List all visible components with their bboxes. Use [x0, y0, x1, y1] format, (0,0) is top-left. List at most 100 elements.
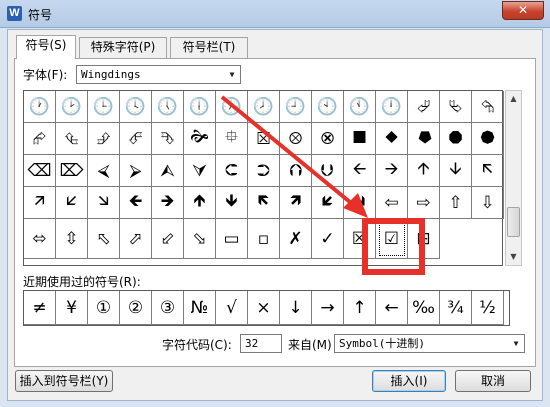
symbol-cell[interactable]: ⮛: [184, 155, 216, 187]
symbol-cell[interactable]: 🡯: [56, 187, 88, 219]
symbol-cell[interactable]: ⮙: [152, 155, 184, 187]
recent-symbol-cell[interactable]: ½: [472, 291, 504, 325]
symbol-cell[interactable]: ⌫: [24, 155, 56, 187]
symbol-cell[interactable]: 🕖: [216, 91, 248, 123]
symbol-cell[interactable]: 🡫: [440, 155, 472, 187]
symbol-cell[interactable]: 🡸: [120, 187, 152, 219]
symbol-cell[interactable]: ✓: [312, 219, 344, 259]
recent-symbol-cell[interactable]: ×: [248, 291, 280, 325]
symbol-cell[interactable]: ⯐: [216, 123, 248, 155]
close-button[interactable]: ✕: [502, 1, 544, 20]
symbol-cell[interactable]: ▫: [248, 219, 280, 259]
symbol-cell[interactable]: 🕗: [248, 91, 280, 123]
symbol-cell[interactable]: ⮈: [216, 155, 248, 187]
symbol-cell[interactable]: ⮊: [248, 155, 280, 187]
recent-symbol-cell[interactable]: √: [216, 291, 248, 325]
insert-button[interactable]: 插入(I): [372, 370, 446, 392]
symbol-cell[interactable]: ⮶: [120, 123, 152, 155]
symbol-cell[interactable]: 🡭: [24, 187, 56, 219]
recent-symbol-cell[interactable]: ①: [88, 291, 120, 325]
symbol-cell[interactable]: ⌦: [56, 155, 88, 187]
symbol-cell[interactable]: 🡨: [344, 155, 376, 187]
symbol-cell[interactable]: ⮉: [280, 155, 312, 187]
symbol-cell[interactable]: ⯁: [376, 123, 408, 155]
symbol-cell[interactable]: 🕚: [344, 91, 376, 123]
recent-symbol-cell[interactable]: ↑: [344, 291, 376, 325]
symbol-cell[interactable]: ⯀: [344, 123, 376, 155]
symbol-cell[interactable]: ⮷: [152, 123, 184, 155]
symbol-cell[interactable]: 🕑: [56, 91, 88, 123]
symbol-cell[interactable]: 🡻: [216, 187, 248, 219]
symbol-cell[interactable]: ⬀: [120, 219, 152, 259]
tab-symbols[interactable]: 符号(S): [16, 35, 76, 59]
recent-symbol-cell[interactable]: ≠: [24, 291, 56, 325]
symbol-cell[interactable]: 🡬: [472, 155, 504, 187]
symbol-cell[interactable]: 🡼: [248, 187, 280, 219]
symbol-cell[interactable]: ⮘: [88, 155, 120, 187]
symbol-cell[interactable]: ⮵: [88, 123, 120, 155]
symbol-cell[interactable]: ⇧: [440, 187, 472, 219]
symbol-cell[interactable]: ⇳: [56, 219, 88, 259]
recent-symbol-cell[interactable]: ‰: [408, 291, 440, 325]
symbol-cell[interactable]: ⮲: [472, 91, 504, 123]
symbol-cell[interactable]: ⮴: [56, 123, 88, 155]
grid-scrollbar[interactable]: ▲ ▼: [505, 90, 522, 266]
symbol-cell[interactable]: ⮋: [312, 155, 344, 187]
symbol-grid[interactable]: 🕐 🕑 🕒 🕓 🕔 🕕 🕖 🕗 🕘 🕙 🕚 🕛 ⮰ ⮱ ⮲ ⮳ ⮴ ⮵ ⮶ ⮷ 🙞 ⯐ ⮽ ⮾ ⮿ ⯀ ⯁ ⯂ ⯃ ⯄ ⌫ ⌦ ⮘ ⮚ ⮙ ⮛ ⮈ ⮊ ⮉ ⮋…: [23, 90, 504, 266]
scroll-thumb[interactable]: [507, 207, 520, 237]
symbol-cell[interactable]: ⮾: [280, 123, 312, 155]
symbol-cell[interactable]: ⯄: [472, 123, 504, 155]
symbol-cell[interactable]: ⮳: [24, 123, 56, 155]
symbol-cell[interactable]: ⇨: [408, 187, 440, 219]
recent-symbol-cell[interactable]: ②: [120, 291, 152, 325]
symbol-cell[interactable]: ✗: [280, 219, 312, 259]
symbol-cell[interactable]: ⮿: [312, 123, 344, 155]
scroll-down-icon[interactable]: ▼: [506, 249, 521, 265]
recent-symbols-row[interactable]: ≠ ¥ ① ② ③ № √ × ↓ → ↑ ← ‰ ¾ ½: [23, 290, 510, 326]
symbol-cell[interactable]: ⯃: [440, 123, 472, 155]
font-select[interactable]: Wingdings ▼: [76, 65, 241, 84]
symbol-cell[interactable]: 🡮: [88, 187, 120, 219]
from-select[interactable]: Symbol(十进制) ▼: [334, 334, 525, 353]
symbol-cell[interactable]: 🡽: [280, 187, 312, 219]
symbol-cell[interactable]: ⮱: [440, 91, 472, 123]
symbol-cell[interactable]: ⇩: [472, 187, 504, 219]
symbol-cell[interactable]: 🡿: [312, 187, 344, 219]
symbol-cell[interactable]: 🕓: [120, 91, 152, 123]
symbol-cell[interactable]: ⬃: [152, 219, 184, 259]
recent-symbol-cell[interactable]: ←: [376, 291, 408, 325]
symbol-cell[interactable]: 🡾: [344, 187, 376, 219]
symbol-cell[interactable]: 🕛: [376, 91, 408, 123]
symbol-cell[interactable]: ⬄: [24, 219, 56, 259]
recent-symbol-cell[interactable]: ↓: [280, 291, 312, 325]
scroll-up-icon[interactable]: ▲: [506, 91, 521, 107]
symbol-cell[interactable]: ⇦: [376, 187, 408, 219]
tab-symbol-bar[interactable]: 符号栏(T): [170, 37, 248, 58]
symbol-cell[interactable]: ⮰: [408, 91, 440, 123]
insert-to-symbol-bar-button[interactable]: 插入到符号栏(Y): [15, 370, 113, 392]
recent-symbol-cell[interactable]: №: [184, 291, 216, 325]
symbol-cell[interactable]: 🕕: [184, 91, 216, 123]
symbol-cell[interactable]: ⮽: [248, 123, 280, 155]
symbol-cell[interactable]: ▭: [216, 219, 248, 259]
symbol-cell[interactable]: 🕙: [312, 91, 344, 123]
recent-symbol-cell[interactable]: ¾: [440, 291, 472, 325]
symbol-cell[interactable]: ⮚: [120, 155, 152, 187]
symbol-cell[interactable]: ⬁: [88, 219, 120, 259]
symbol-cell[interactable]: ⯂: [408, 123, 440, 155]
symbol-cell[interactable]: 🕐: [24, 91, 56, 123]
symbol-cell[interactable]: 🡹: [184, 187, 216, 219]
recent-symbol-cell[interactable]: →: [312, 291, 344, 325]
symbol-cell[interactable]: 🡩: [408, 155, 440, 187]
symbol-cell[interactable]: 🕔: [152, 91, 184, 123]
symbol-cell[interactable]: 🕒: [88, 91, 120, 123]
symbol-cell[interactable]: 🡪: [376, 155, 408, 187]
tab-special-chars[interactable]: 特殊字符(P): [79, 37, 167, 58]
recent-symbol-cell[interactable]: ¥: [56, 291, 88, 325]
symbol-cell[interactable]: 🕘: [280, 91, 312, 123]
symbol-cell[interactable]: 🙞: [184, 123, 216, 155]
char-code-input[interactable]: 32: [240, 334, 282, 353]
symbol-cell[interactable]: 🡺: [152, 187, 184, 219]
recent-symbol-cell[interactable]: ③: [152, 291, 184, 325]
cancel-button[interactable]: 取消: [455, 370, 531, 392]
